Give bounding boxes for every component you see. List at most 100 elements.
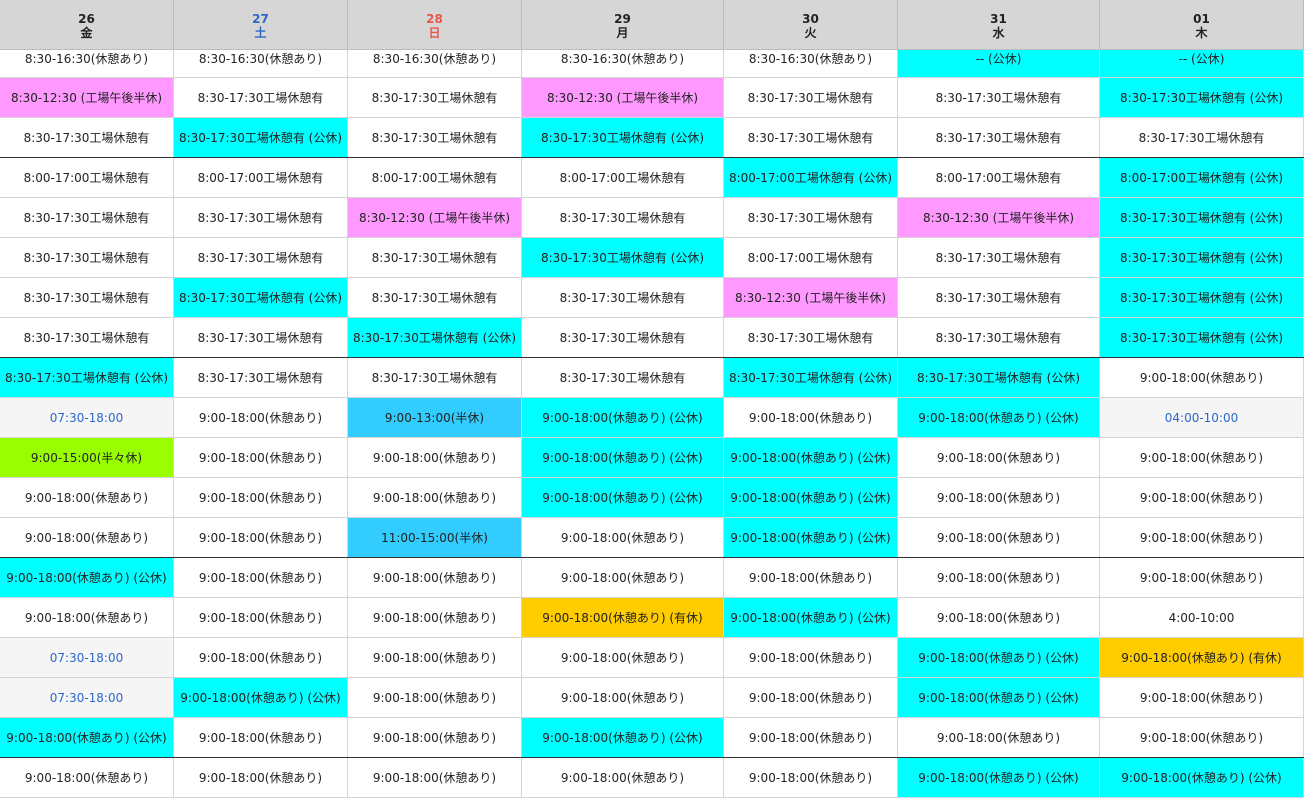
shift-cell[interactable]: 9:00-18:00(休憩あり): [348, 438, 522, 478]
shift-cell[interactable]: 9:00-15:00(半々休): [0, 438, 174, 478]
shift-cell[interactable]: 8:30-17:30工場休憩有: [174, 238, 348, 278]
shift-cell[interactable]: 8:30-17:30工場休憩有 (公休): [1100, 278, 1304, 318]
shift-cell[interactable]: 9:00-18:00(休憩あり) (公休): [0, 558, 174, 598]
shift-cell[interactable]: 9:00-18:00(休憩あり): [348, 678, 522, 718]
shift-cell[interactable]: 9:00-18:00(休憩あり): [348, 558, 522, 598]
shift-cell[interactable]: 8:30-17:30工場休憩有: [898, 318, 1100, 358]
shift-cell[interactable]: 9:00-18:00(休憩あり): [522, 558, 724, 598]
shift-cell[interactable]: 9:00-18:00(休憩あり): [348, 718, 522, 758]
shift-cell[interactable]: 8:00-17:00工場休憩有: [174, 158, 348, 198]
shift-cell[interactable]: 9:00-18:00(休憩あり): [724, 398, 898, 438]
shift-cell[interactable]: 9:00-18:00(休憩あり) (公休): [174, 678, 348, 718]
shift-cell[interactable]: 9:00-18:00(休憩あり) (有休): [522, 598, 724, 638]
shift-cell[interactable]: 8:30-17:30工場休憩有: [724, 318, 898, 358]
shift-cell[interactable]: 8:30-17:30工場休憩有: [724, 198, 898, 238]
shift-cell[interactable]: 9:00-18:00(休憩あり): [0, 518, 174, 558]
shift-cell[interactable]: 9:00-18:00(休憩あり): [724, 558, 898, 598]
shift-cell[interactable]: 9:00-18:00(休憩あり): [1100, 718, 1304, 758]
shift-cell[interactable]: 8:30-17:30工場休憩有: [348, 358, 522, 398]
shift-cell[interactable]: 07:30-18:00: [0, 638, 174, 678]
shift-cell[interactable]: 8:30-17:30工場休憩有: [0, 198, 174, 238]
shift-cell[interactable]: 8:30-12:30 (工場午後半休): [724, 278, 898, 318]
shift-cell[interactable]: 9:00-18:00(休憩あり): [1100, 518, 1304, 558]
shift-cell[interactable]: 8:30-17:30工場休憩有 (公休): [0, 358, 174, 398]
shift-cell[interactable]: 8:30-17:30工場休憩有: [522, 318, 724, 358]
shift-cell[interactable]: 8:30-12:30 (工場午後半休): [348, 198, 522, 238]
shift-cell[interactable]: 9:00-18:00(休憩あり): [898, 438, 1100, 478]
shift-cell[interactable]: 8:30-17:30工場休憩有: [522, 278, 724, 318]
shift-cell[interactable]: 9:00-18:00(休憩あり) (公休): [724, 478, 898, 518]
shift-cell[interactable]: 9:00-18:00(休憩あり): [0, 758, 174, 798]
shift-cell[interactable]: 9:00-13:00(半休): [348, 398, 522, 438]
shift-cell[interactable]: 9:00-18:00(休憩あり) (公休): [522, 398, 724, 438]
shift-cell[interactable]: 9:00-18:00(休憩あり) (公休): [522, 478, 724, 518]
shift-cell[interactable]: 9:00-18:00(休憩あり): [174, 518, 348, 558]
shift-cell[interactable]: 9:00-18:00(休憩あり): [1100, 478, 1304, 518]
shift-cell[interactable]: 8:30-17:30工場休憩有 (公休): [1100, 318, 1304, 358]
shift-cell[interactable]: 8:30-17:30工場休憩有: [0, 278, 174, 318]
shift-cell[interactable]: 8:30-17:30工場休憩有 (公休): [1100, 78, 1304, 118]
shift-cell[interactable]: 9:00-18:00(休憩あり) (公休): [898, 638, 1100, 678]
shift-cell[interactable]: 8:30-16:30(休憩あり): [724, 50, 898, 78]
shift-cell[interactable]: -- (公休): [1100, 50, 1304, 78]
shift-cell[interactable]: 9:00-18:00(休憩あり) (公休): [724, 438, 898, 478]
shift-cell[interactable]: 9:00-18:00(休憩あり): [348, 758, 522, 798]
shift-cell[interactable]: 8:30-17:30工場休憩有: [174, 358, 348, 398]
shift-cell[interactable]: 07:30-18:00: [0, 678, 174, 718]
shift-cell[interactable]: 8:30-16:30(休憩あり): [174, 50, 348, 78]
shift-cell[interactable]: 8:30-17:30工場休憩有: [724, 78, 898, 118]
shift-cell[interactable]: 8:30-16:30(休憩あり): [0, 50, 174, 78]
shift-cell[interactable]: 8:00-17:00工場休憩有 (公休): [1100, 158, 1304, 198]
shift-cell[interactable]: 9:00-18:00(休憩あり): [522, 678, 724, 718]
shift-cell[interactable]: 8:30-17:30工場休憩有: [0, 118, 174, 158]
shift-cell[interactable]: 8:00-17:00工場休憩有: [724, 238, 898, 278]
shift-cell[interactable]: 8:30-17:30工場休憩有: [522, 358, 724, 398]
shift-cell[interactable]: 4:00-10:00: [1100, 598, 1304, 638]
shift-cell[interactable]: 9:00-18:00(休憩あり) (公休): [898, 398, 1100, 438]
shift-cell[interactable]: 8:30-17:30工場休憩有: [898, 278, 1100, 318]
shift-cell[interactable]: 9:00-18:00(休憩あり) (公休): [522, 718, 724, 758]
shift-cell[interactable]: 9:00-18:00(休憩あり) (公休): [724, 518, 898, 558]
shift-cell[interactable]: 9:00-18:00(休憩あり): [174, 758, 348, 798]
shift-cell[interactable]: 9:00-18:00(休憩あり): [174, 398, 348, 438]
shift-cell[interactable]: 9:00-18:00(休憩あり): [0, 598, 174, 638]
shift-cell[interactable]: 8:30-17:30工場休憩有: [348, 238, 522, 278]
shift-cell[interactable]: 8:30-17:30工場休憩有: [522, 198, 724, 238]
shift-cell[interactable]: 9:00-18:00(休憩あり): [174, 478, 348, 518]
shift-cell[interactable]: 8:30-17:30工場休憩有 (公休): [522, 118, 724, 158]
shift-cell[interactable]: 8:00-17:00工場休憩有: [898, 158, 1100, 198]
shift-cell[interactable]: 8:30-12:30 (工場午後半休): [522, 78, 724, 118]
shift-cell[interactable]: 8:30-17:30工場休憩有: [174, 318, 348, 358]
shift-cell[interactable]: 8:30-16:30(休憩あり): [522, 50, 724, 78]
shift-cell[interactable]: 9:00-18:00(休憩あり) (公休): [898, 678, 1100, 718]
shift-cell[interactable]: 8:30-17:30工場休憩有 (公休): [348, 318, 522, 358]
shift-cell[interactable]: 8:30-17:30工場休憩有 (公休): [1100, 238, 1304, 278]
shift-cell[interactable]: 8:30-16:30(休憩あり): [348, 50, 522, 78]
shift-cell[interactable]: -- (公休): [898, 50, 1100, 78]
shift-cell[interactable]: 8:30-17:30工場休憩有: [724, 118, 898, 158]
shift-cell[interactable]: 9:00-18:00(休憩あり): [348, 478, 522, 518]
shift-cell[interactable]: 9:00-18:00(休憩あり): [174, 598, 348, 638]
shift-cell[interactable]: 9:00-18:00(休憩あり): [898, 478, 1100, 518]
shift-cell[interactable]: 8:30-17:30工場休憩有 (公休): [898, 358, 1100, 398]
shift-cell[interactable]: 07:30-18:00: [0, 398, 174, 438]
shift-cell[interactable]: 9:00-18:00(休憩あり): [1100, 678, 1304, 718]
shift-cell[interactable]: 8:30-17:30工場休憩有: [174, 78, 348, 118]
shift-cell[interactable]: 8:30-17:30工場休憩有: [0, 318, 174, 358]
shift-cell[interactable]: 8:30-17:30工場休憩有: [348, 278, 522, 318]
shift-cell[interactable]: 9:00-18:00(休憩あり): [1100, 358, 1304, 398]
shift-cell[interactable]: 9:00-18:00(休憩あり): [174, 638, 348, 678]
shift-cell[interactable]: 8:30-17:30工場休憩有 (公休): [174, 278, 348, 318]
shift-cell[interactable]: 8:30-17:30工場休憩有: [898, 238, 1100, 278]
shift-cell[interactable]: 8:30-12:30 (工場午後半休): [0, 78, 174, 118]
shift-cell[interactable]: 8:30-17:30工場休憩有 (公休): [174, 118, 348, 158]
shift-cell[interactable]: 8:30-17:30工場休憩有: [898, 118, 1100, 158]
shift-cell[interactable]: 9:00-18:00(休憩あり): [522, 758, 724, 798]
shift-cell[interactable]: 9:00-18:00(休憩あり) (公休): [898, 758, 1100, 798]
shift-cell[interactable]: 9:00-18:00(休憩あり): [0, 478, 174, 518]
shift-cell[interactable]: 9:00-18:00(休憩あり): [724, 678, 898, 718]
shift-cell[interactable]: 9:00-18:00(休憩あり): [724, 758, 898, 798]
shift-cell[interactable]: 8:30-12:30 (工場午後半休): [898, 198, 1100, 238]
shift-cell[interactable]: 9:00-18:00(休憩あり) (公休): [522, 438, 724, 478]
shift-cell[interactable]: 8:30-17:30工場休憩有: [898, 78, 1100, 118]
